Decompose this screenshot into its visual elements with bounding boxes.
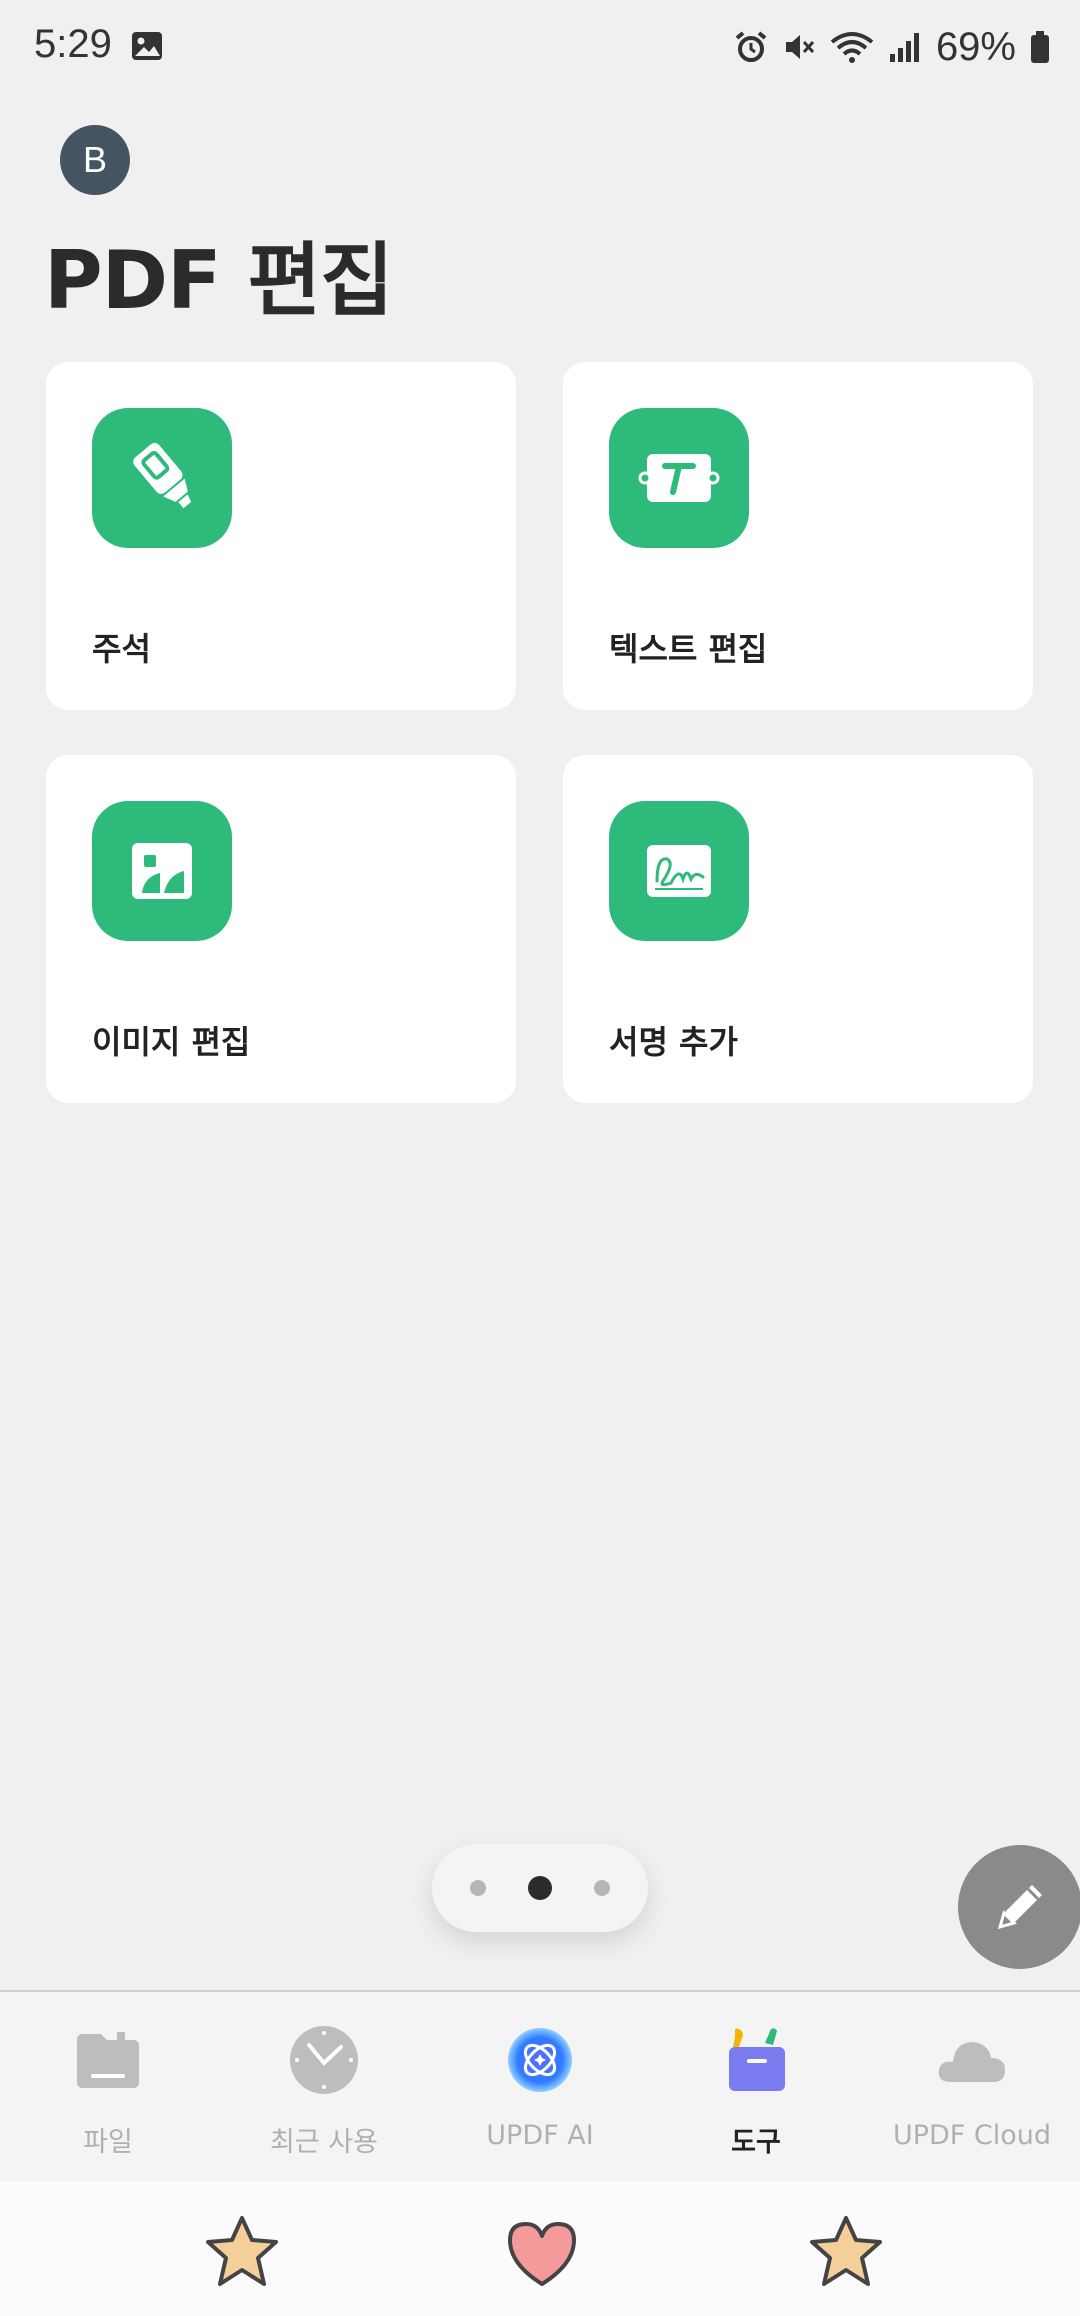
text-edit-icon xyxy=(609,408,749,548)
annotation-label: 주석 xyxy=(92,630,151,668)
bottom-nav: 파일 최근 사용 UPDF AI 도구 UPDF Cloud xyxy=(0,1990,1080,2182)
avatar[interactable]: B xyxy=(60,125,130,195)
image-edit-label: 이미지 편집 xyxy=(92,1023,251,1061)
page-dot[interactable] xyxy=(594,1880,610,1896)
status-icons: 69% xyxy=(734,22,1050,72)
nav-label-tools: 도구 xyxy=(731,2127,781,2158)
signature-card[interactable]: 서명 추가 xyxy=(563,755,1033,1103)
image-edit-card[interactable]: 이미지 편집 xyxy=(46,755,516,1103)
nav-label-files: 파일 xyxy=(83,2127,133,2158)
status-bar: 5:29 69% xyxy=(0,0,1080,96)
page-dot[interactable] xyxy=(470,1880,486,1896)
edit-fab-button[interactable] xyxy=(958,1845,1080,1969)
star-sticker-icon[interactable] xyxy=(806,2212,886,2292)
nav-item-cloud[interactable]: UPDF Cloud xyxy=(864,1992,1080,2182)
clock-icon xyxy=(284,2020,364,2100)
nav-label-ai: UPDF AI xyxy=(486,2120,594,2151)
highlighter-icon xyxy=(92,408,232,548)
page-title: PDF 편집 xyxy=(44,234,394,327)
wifi-icon xyxy=(830,32,874,63)
status-time: 5:29 xyxy=(34,22,112,66)
annotation-card[interactable]: 주석 xyxy=(46,362,516,710)
toolbox-icon xyxy=(716,2020,796,2100)
alarm-icon xyxy=(735,31,767,62)
image-edit-icon xyxy=(92,801,232,941)
pencil-icon xyxy=(997,1885,1042,1930)
cloud-icon xyxy=(932,2020,1012,2100)
ai-icon xyxy=(500,2020,580,2100)
nav-label-recent: 최근 사용 xyxy=(270,2127,378,2158)
battery-percent: 69% xyxy=(935,24,1016,69)
page-dot-active[interactable] xyxy=(528,1876,552,1900)
text-edit-card[interactable]: 텍스트 편집 xyxy=(563,362,1033,710)
nav-label-cloud: UPDF Cloud xyxy=(892,2120,1052,2151)
heart-sticker-icon[interactable] xyxy=(502,2212,582,2292)
battery-icon xyxy=(1031,31,1049,63)
image-icon xyxy=(132,32,162,60)
page-indicator[interactable] xyxy=(432,1844,648,1932)
signal-icon xyxy=(889,33,919,62)
star-sticker-icon[interactable] xyxy=(202,2212,282,2292)
nav-item-recent[interactable]: 최근 사용 xyxy=(216,1992,432,2182)
signature-icon xyxy=(609,801,749,941)
signature-label: 서명 추가 xyxy=(609,1023,738,1061)
nav-item-files[interactable]: 파일 xyxy=(0,1992,216,2182)
text-edit-label: 텍스트 편집 xyxy=(609,630,768,668)
nav-item-ai[interactable]: UPDF AI xyxy=(432,1992,648,2182)
folder-icon xyxy=(68,2020,148,2100)
mute-icon xyxy=(785,35,815,59)
avatar-letter: B xyxy=(82,139,107,180)
sticker-bar xyxy=(0,2182,1080,2316)
nav-item-tools[interactable]: 도구 xyxy=(648,1992,864,2182)
